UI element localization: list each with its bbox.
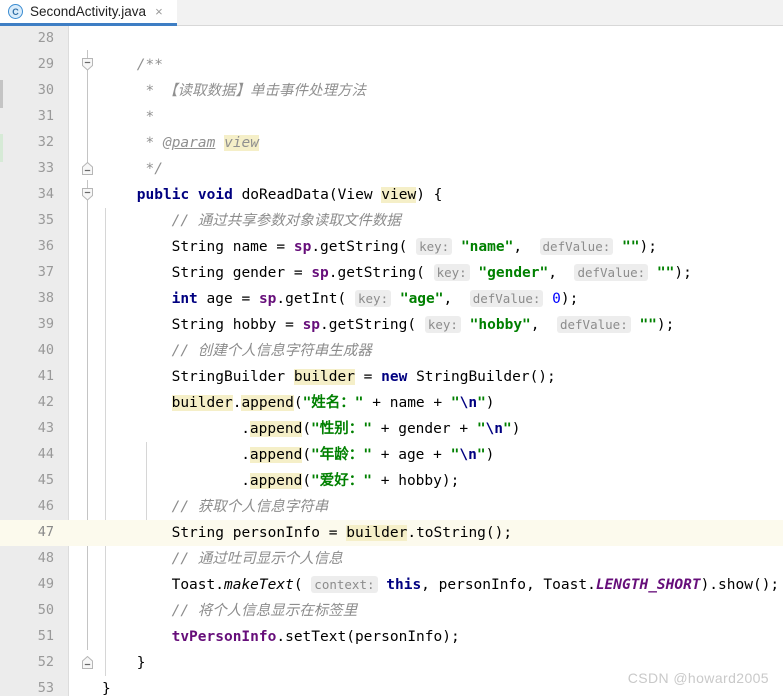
code-text: } xyxy=(102,681,111,696)
code-text: // 通过吐司显示个人信息 xyxy=(171,551,343,567)
line-number[interactable]: 46 xyxy=(0,498,54,514)
line-number[interactable]: 38 xyxy=(0,290,54,306)
csdn-watermark: CSDN @howard2005 xyxy=(627,670,769,686)
line-number[interactable]: 44 xyxy=(0,446,54,462)
code-text: * 【读取数据】单击事件处理方法 xyxy=(145,83,366,99)
code-line[interactable]: 51 tvPersonInfo.setText(personInfo); xyxy=(0,624,783,650)
code-line[interactable]: 44 .append("年龄：" + age + "\n") xyxy=(0,442,783,468)
line-number[interactable]: 29 xyxy=(0,56,54,72)
java-class-icon: C xyxy=(8,4,23,19)
code-text: .append("性别：" + gender + "\n") xyxy=(241,421,521,437)
line-number[interactable]: 51 xyxy=(0,628,54,644)
code-text: String hobby = sp.getString( key: "hobby… xyxy=(171,316,675,333)
code-text: String personInfo = builder.toString(); xyxy=(171,525,513,541)
code-text: .append("爱好：" + hobby); xyxy=(241,473,460,489)
code-line[interactable]: 39 String hobby = sp.getString( key: "hob… xyxy=(0,312,783,338)
code-text: */ xyxy=(145,161,163,177)
code-line[interactable]: 29 /** xyxy=(0,52,783,78)
code-editor[interactable]: 28 29 /** 30 * 【读取数据】单击事件处理方法 31 * 32 * @param v… xyxy=(0,26,783,696)
code-text: String name = sp.getString( key: "name",… xyxy=(171,238,657,255)
line-number[interactable]: 28 xyxy=(0,30,54,46)
line-number[interactable]: 32 xyxy=(0,134,54,150)
line-number[interactable]: 34 xyxy=(0,186,54,202)
line-number[interactable]: 31 xyxy=(0,108,54,124)
fold-marker-region-start[interactable] xyxy=(81,188,94,201)
code-line[interactable]: 28 xyxy=(0,26,783,52)
code-text: // 获取个人信息字符串 xyxy=(171,499,329,515)
code-line[interactable]: 50 // 将个人信息显示在标签里 xyxy=(0,598,783,624)
code-line[interactable]: 42 builder.append("姓名：" + name + "\n") xyxy=(0,390,783,416)
line-number[interactable]: 35 xyxy=(0,212,54,228)
code-line[interactable]: 41 StringBuilder builder = new StringBuil… xyxy=(0,364,783,390)
code-text: * xyxy=(145,109,155,125)
line-number[interactable]: 42 xyxy=(0,394,54,410)
code-line[interactable]: 34 public void doReadData(View view) { xyxy=(0,182,783,208)
code-line[interactable]: 38 int age = sp.getInt( key: "age", defVa… xyxy=(0,286,783,312)
code-line-caret[interactable]: 47 String personInfo = builder.toString()… xyxy=(0,520,783,546)
code-text: Toast.makeText( context: this, personInf… xyxy=(171,576,780,593)
line-number[interactable]: 33 xyxy=(0,160,54,176)
code-text: // 通过共享参数对象读取文件数据 xyxy=(171,213,401,229)
close-icon[interactable]: × xyxy=(155,5,163,18)
code-text: public void doReadData(View view) { xyxy=(136,187,443,203)
code-text: // 创建个人信息字符串生成器 xyxy=(171,343,372,359)
editor-tab-bar: C SecondActivity.java × xyxy=(0,0,783,26)
code-line[interactable]: 32 * @param view xyxy=(0,130,783,156)
code-text: // 将个人信息显示在标签里 xyxy=(171,603,358,619)
fold-marker-region-end[interactable] xyxy=(81,656,94,669)
line-number[interactable]: 50 xyxy=(0,602,54,618)
code-text: tvPersonInfo.setText(personInfo); xyxy=(171,629,460,645)
line-number[interactable]: 47 xyxy=(0,524,54,540)
code-text: .append("年龄：" + age + "\n") xyxy=(241,447,495,463)
code-text: int age = sp.getInt( key: "age", defValu… xyxy=(171,290,579,307)
line-number[interactable]: 41 xyxy=(0,368,54,384)
code-line[interactable]: 30 * 【读取数据】单击事件处理方法 xyxy=(0,78,783,104)
code-line[interactable]: 36 String name = sp.getString( key: "name… xyxy=(0,234,783,260)
line-number[interactable]: 48 xyxy=(0,550,54,566)
fold-marker-region-start[interactable] xyxy=(81,58,94,71)
line-number[interactable]: 40 xyxy=(0,342,54,358)
code-line[interactable]: 33 */ xyxy=(0,156,783,182)
line-number[interactable]: 49 xyxy=(0,576,54,592)
line-number[interactable]: 30 xyxy=(0,82,54,98)
code-line[interactable]: 48 // 通过吐司显示个人信息 xyxy=(0,546,783,572)
line-number[interactable]: 52 xyxy=(0,654,54,670)
code-line[interactable]: 46 // 获取个人信息字符串 xyxy=(0,494,783,520)
fold-marker-region-end[interactable] xyxy=(81,162,94,175)
code-text: String gender = sp.getString( key: "gend… xyxy=(171,264,692,281)
code-line[interactable]: 37 String gender = sp.getString( key: "ge… xyxy=(0,260,783,286)
code-text: } xyxy=(136,655,146,671)
line-number[interactable]: 39 xyxy=(0,316,54,332)
code-text: StringBuilder builder = new StringBuilde… xyxy=(171,369,556,385)
line-number[interactable]: 37 xyxy=(0,264,54,280)
code-line[interactable]: 43 .append("性别：" + gender + "\n") xyxy=(0,416,783,442)
code-line[interactable]: 49 Toast.makeText( context: this, personI… xyxy=(0,572,783,598)
line-number[interactable]: 45 xyxy=(0,472,54,488)
code-line[interactable]: 35 // 通过共享参数对象读取文件数据 xyxy=(0,208,783,234)
line-number[interactable]: 36 xyxy=(0,238,54,254)
tab-filename: SecondActivity.java xyxy=(30,4,147,19)
code-text: * @param view xyxy=(145,135,260,151)
code-line[interactable]: 40 // 创建个人信息字符串生成器 xyxy=(0,338,783,364)
code-line[interactable]: 45 .append("爱好：" + hobby); xyxy=(0,468,783,494)
code-line[interactable]: 31 * xyxy=(0,104,783,130)
line-number[interactable]: 43 xyxy=(0,420,54,436)
code-text: /** xyxy=(136,57,163,73)
code-text: builder.append("姓名：" + name + "\n") xyxy=(171,395,495,411)
line-number[interactable]: 53 xyxy=(0,680,54,696)
editor-tab-second-activity[interactable]: C SecondActivity.java × xyxy=(0,0,177,26)
